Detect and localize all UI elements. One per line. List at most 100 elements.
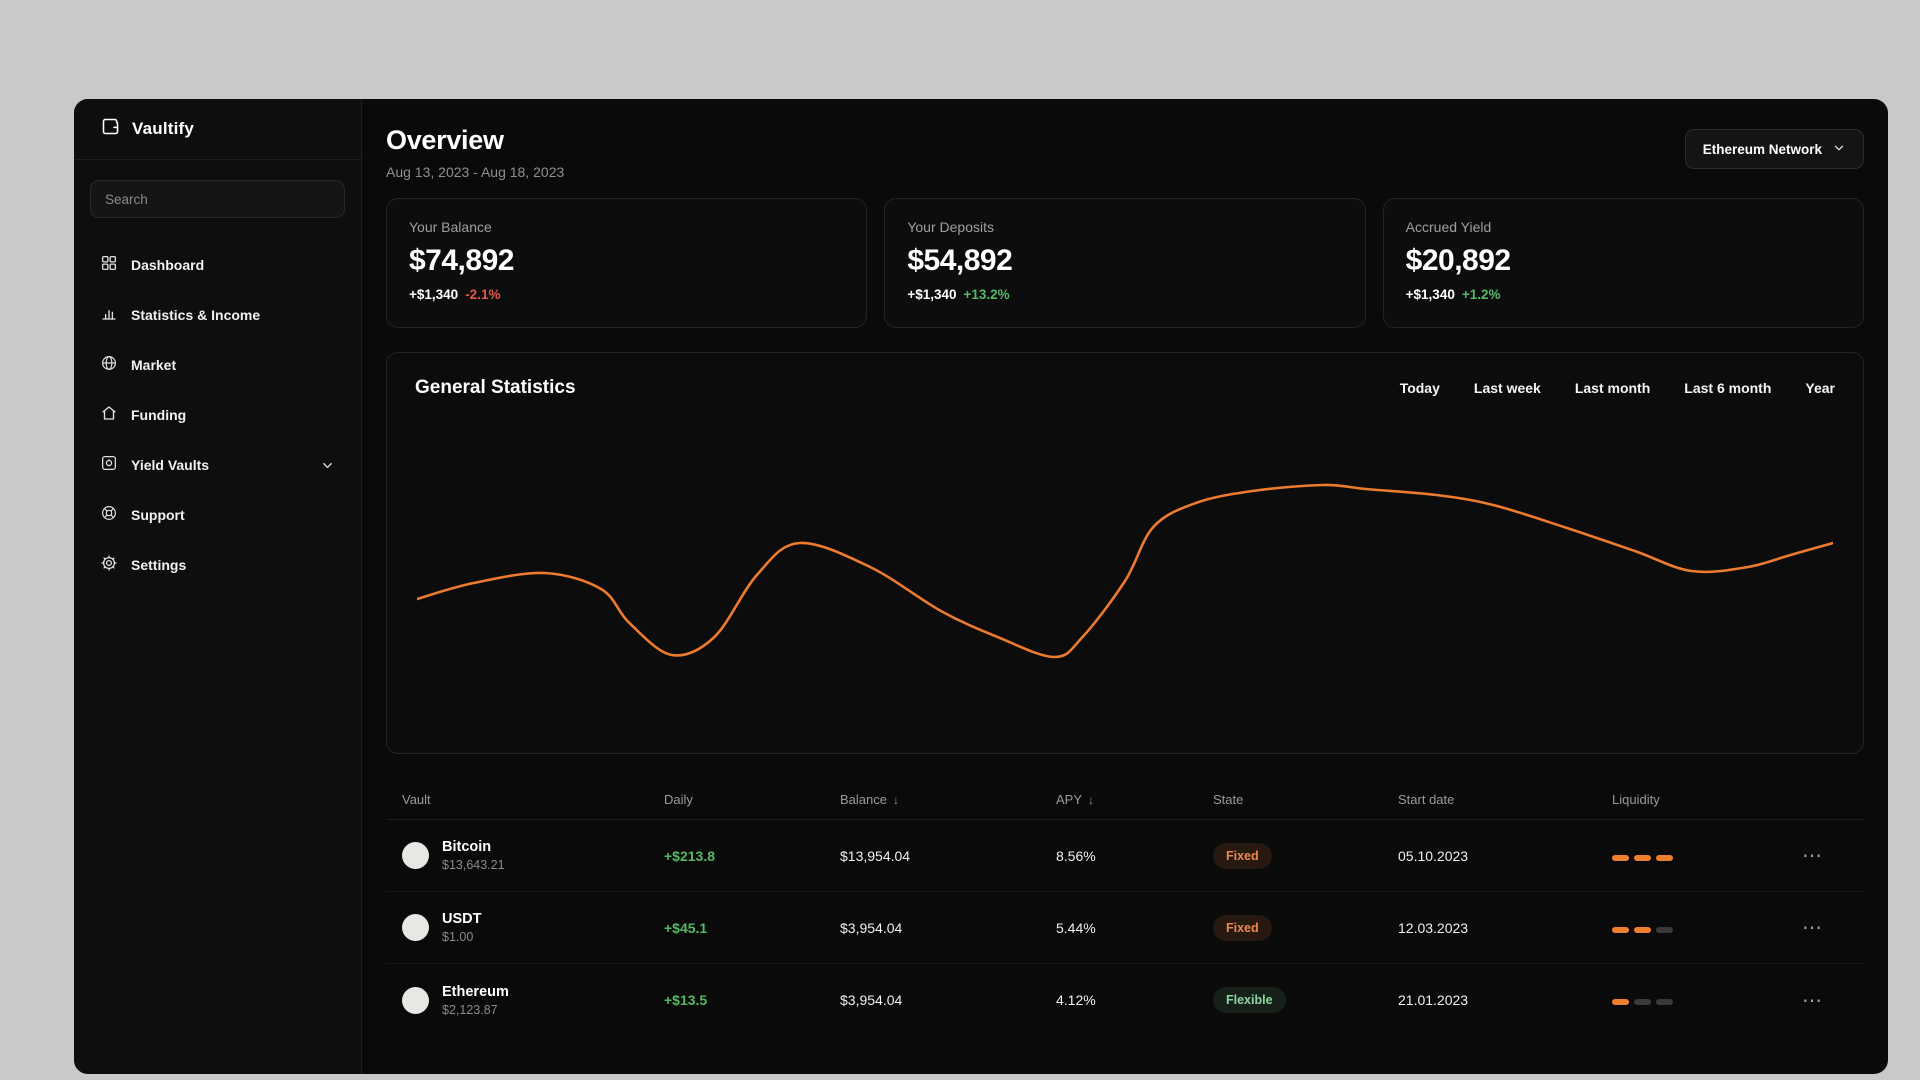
tab-year[interactable]: Year — [1805, 380, 1835, 396]
stat-card-change-percent: +13.2% — [963, 287, 1010, 302]
liquidity-dash — [1634, 999, 1651, 1005]
date-range: Aug 13, 2023 - Aug 18, 2023 — [386, 164, 565, 180]
liquidity-indicator — [1612, 926, 1673, 933]
tab-last-6-month[interactable]: Last 6 month — [1684, 380, 1771, 396]
stat-card-label: Accrued Yield — [1405, 219, 1492, 235]
stat-card-change-amount: +$1,340 — [1405, 287, 1455, 302]
section-title: General Statistics — [415, 377, 576, 398]
liquidity-dash — [1612, 999, 1629, 1005]
sidebar: Vaultify Dashboard — [74, 99, 362, 1074]
sidebar-item-label: Statistics & Income — [131, 307, 261, 323]
liquidity-dash — [1656, 854, 1673, 861]
sidebar-item-label: Yield Vaults — [131, 457, 210, 473]
vault-price: $2,123.87 — [442, 1002, 498, 1017]
liquidity-dash — [1656, 926, 1673, 933]
search-input[interactable] — [90, 180, 345, 218]
stat-card-balance: Your Balance $74,892 +$1,340 -2.1% — [386, 198, 868, 328]
page-header: Overview Aug 13, 2023 - Aug 18, 2023 Eth… — [386, 99, 1864, 180]
page-title: Overview — [386, 125, 504, 155]
app-window: Vaultify Dashboard — [74, 99, 1888, 1074]
stat-card-change-amount: +$1,340 — [907, 287, 957, 302]
bar-chart-icon — [100, 304, 118, 327]
vaults-table: Vault Daily Balance ↓ APY ↓ State Start da… — [386, 780, 1864, 1036]
statistics-line — [417, 485, 1833, 657]
logo: Vaultify — [74, 99, 361, 160]
chevron-down-icon[interactable] — [320, 458, 335, 473]
lifebuoy-icon — [100, 504, 118, 527]
balance-value: $3,954.04 — [840, 992, 903, 1008]
table-header: Vault Daily Balance ↓ APY ↓ State Start da… — [386, 780, 1864, 820]
col-daily[interactable]: Daily — [664, 792, 840, 807]
sidebar-item-label: Support — [131, 507, 185, 523]
vault-name: USDT — [442, 911, 482, 927]
table-row[interactable]: USDT $1.00 +$45.1 $3,954.04 5.44% Fixed … — [386, 892, 1864, 964]
col-apy[interactable]: APY ↓ — [1056, 792, 1213, 807]
stat-card-change-amount: +$1,340 — [409, 287, 459, 302]
main-content: Overview Aug 13, 2023 - Aug 18, 2023 Eth… — [362, 99, 1888, 1074]
sidebar-item-dashboard[interactable]: Dashboard — [84, 240, 351, 290]
gear-icon — [100, 554, 118, 577]
daily-change: +$13.5 — [664, 992, 708, 1008]
row-menu-button[interactable]: ⋯ — [1802, 917, 1824, 939]
stat-card-value: $54,892 — [907, 244, 1013, 277]
state-badge: Fixed — [1213, 842, 1272, 869]
col-start-date[interactable]: Start date — [1398, 792, 1612, 807]
start-date: 21.01.2023 — [1398, 992, 1469, 1008]
sidebar-nav: Dashboard Statistics & Income Market Fun… — [74, 226, 361, 604]
liquidity-indicator — [1612, 854, 1673, 861]
app-title: Vaultify — [132, 119, 195, 138]
network-selector[interactable]: Ethereum Network — [1684, 129, 1864, 169]
sidebar-item-label: Settings — [131, 557, 187, 573]
liquidity-dash — [1612, 926, 1629, 933]
stat-card-change-percent: -2.1% — [465, 287, 501, 302]
col-liquidity[interactable]: Liquidity — [1612, 792, 1802, 807]
sidebar-item-label: Funding — [131, 407, 187, 423]
col-balance[interactable]: Balance ↓ — [840, 792, 1056, 807]
start-date: 12.03.2023 — [1398, 919, 1469, 936]
liquidity-indicator — [1612, 999, 1673, 1005]
stat-card-label: Your Deposits — [907, 219, 994, 235]
sort-desc-icon: ↓ — [1088, 792, 1095, 807]
stat-card-value: $20,892 — [1405, 244, 1511, 277]
apy-value: 8.56% — [1056, 847, 1096, 864]
daily-change: +$45.1 — [664, 919, 708, 936]
time-range-tabs: Today Last week Last month Last 6 month … — [1400, 380, 1835, 396]
tab-last-week[interactable]: Last week — [1474, 380, 1541, 396]
coin-avatar — [402, 986, 429, 1014]
chevron-down-icon — [1832, 141, 1846, 158]
daily-change: +$213.8 — [664, 847, 715, 864]
sidebar-item-settings[interactable]: Settings — [84, 540, 351, 590]
sidebar-item-funding[interactable]: Funding — [84, 390, 351, 440]
sidebar-item-market[interactable]: Market — [84, 340, 351, 390]
liquidity-dash — [1656, 999, 1673, 1005]
table-row[interactable]: Bitcoin $13,643.21 +$213.8 $13,954.04 8.… — [386, 820, 1864, 892]
col-state[interactable]: State — [1213, 792, 1398, 807]
sidebar-item-support[interactable]: Support — [84, 490, 351, 540]
balance-value: $13,954.04 — [840, 847, 911, 864]
vault-name: Bitcoin — [442, 839, 492, 855]
stat-card-label: Your Balance — [409, 219, 492, 235]
tab-today[interactable]: Today — [1400, 380, 1440, 396]
vault-name: Ethereum — [442, 983, 509, 1000]
wallet-icon — [100, 116, 121, 142]
sidebar-item-yield-vaults[interactable]: Yield Vaults — [84, 440, 351, 490]
vault-icon — [100, 454, 118, 477]
stat-card-deposits: Your Deposits $54,892 +$1,340 +13.2% — [884, 198, 1366, 328]
globe-icon — [100, 354, 118, 377]
table-row[interactable]: Ethereum $2,123.87 +$13.5 $3,954.04 4.12… — [386, 964, 1864, 1036]
stat-card-change-percent: +1.2% — [1461, 287, 1501, 302]
start-date: 05.10.2023 — [1398, 847, 1469, 864]
grid-icon — [100, 254, 118, 277]
sidebar-item-statistics[interactable]: Statistics & Income — [84, 290, 351, 340]
row-menu-button[interactable]: ⋯ — [1802, 845, 1824, 867]
row-menu-button[interactable]: ⋯ — [1802, 990, 1824, 1012]
apy-value: 5.44% — [1056, 919, 1096, 936]
tab-last-month[interactable]: Last month — [1575, 380, 1650, 396]
vault-price: $13,643.21 — [442, 858, 505, 872]
stat-card-yield: Accrued Yield $20,892 +$1,340 +1.2% — [1382, 198, 1864, 328]
apy-value: 4.12% — [1056, 992, 1096, 1008]
home-icon — [100, 404, 118, 427]
stat-cards: Your Balance $74,892 +$1,340 -2.1% Your D… — [386, 198, 1864, 328]
col-vault[interactable]: Vault — [402, 792, 664, 807]
stat-card-value: $74,892 — [409, 244, 514, 277]
